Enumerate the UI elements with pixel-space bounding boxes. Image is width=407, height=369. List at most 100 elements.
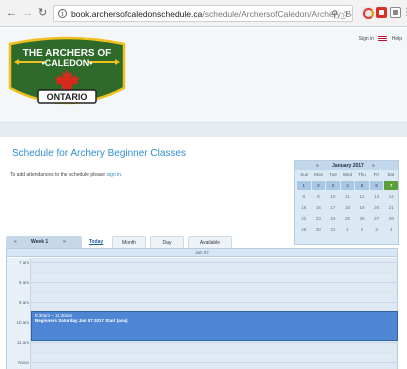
mini-calendar-grid: 1 2 3 4 5 6 7 8 9 10 11 12 13 14 15 16 17 18 19 20 21 22 23 24 2…: [297, 181, 398, 234]
hour-line: [31, 302, 397, 303]
mini-calendar-day[interactable]: 12: [355, 192, 369, 201]
weekday-header: Wed: [342, 172, 353, 177]
hour-line: [31, 262, 397, 263]
mini-calendar-day[interactable]: 4: [384, 225, 398, 234]
mini-calendar-day[interactable]: 5: [355, 181, 369, 190]
extension-icon[interactable]: [362, 7, 374, 19]
weekday-header: Fri: [373, 172, 379, 177]
calendar-event[interactable]: 9:30am – 11:30am Beginners Saturday Jan …: [31, 311, 398, 341]
mini-calendar-day[interactable]: 3: [326, 181, 340, 190]
mini-calendar-day[interactable]: 29: [297, 225, 311, 234]
mini-calendar-day[interactable]: 1: [297, 181, 311, 190]
prev-month-button[interactable]: «: [316, 163, 319, 169]
mini-calendar-day[interactable]: 9: [312, 192, 326, 201]
mini-calendar-day[interactable]: 31: [326, 225, 340, 234]
mini-calendar-day[interactable]: 14: [384, 192, 398, 201]
weekday-header: Sat: [387, 172, 395, 177]
time-slot-label: Noon: [18, 360, 29, 365]
logo-line2: •CALEDON•: [42, 58, 93, 68]
attendance-end: .: [120, 172, 123, 178]
mini-calendar-day[interactable]: 3: [370, 225, 384, 234]
mini-calendar-day[interactable]: 27: [370, 214, 384, 223]
zoom-icon[interactable]: ⚲: [331, 9, 338, 19]
mini-calendar-day[interactable]: 2: [311, 181, 326, 190]
browser-menu-icon[interactable]: ⋮: [402, 8, 407, 18]
week-label: Week 1: [31, 239, 49, 245]
tab-day[interactable]: Day: [150, 236, 184, 248]
tab-month[interactable]: Month: [112, 236, 146, 248]
half-hour-line: [31, 292, 397, 293]
calendar-body[interactable]: 9:30am – 11:30am Beginners Saturday Jan …: [7, 258, 398, 369]
reload-icon[interactable]: ↻: [38, 8, 47, 19]
logo-line3: ONTARIO: [47, 92, 88, 102]
site-header: THE ARCHERS OF •CALEDON• ONTARIO Sign in…: [0, 28, 407, 122]
today-button[interactable]: Today: [84, 236, 108, 248]
attendance-notice: To add attendances to the schedule pleas…: [10, 172, 122, 178]
back-arrow-icon[interactable]: ←: [6, 8, 17, 19]
time-slot-label: 11 am: [16, 340, 29, 345]
browser-toolbar: ← → ↻ i book.archersofcaledonschedule.ca…: [0, 0, 407, 27]
account-links: Sign in Help: [356, 36, 402, 42]
mini-calendar-day[interactable]: 13: [370, 192, 384, 201]
tab-available[interactable]: Available: [188, 236, 232, 248]
mini-calendar-day[interactable]: 17: [326, 203, 340, 212]
bookmark-star-icon[interactable]: ☆: [341, 9, 349, 19]
weekday-header: Mon: [314, 172, 324, 177]
url-text: book.archersofcaledonschedule.ca/schedul…: [71, 9, 353, 19]
info-icon[interactable]: i: [58, 9, 67, 18]
calendar-toolbar: « Week 1 » Today Month Day Available: [6, 236, 244, 248]
mini-calendar-day[interactable]: 16: [312, 203, 326, 212]
archers-of-caledon-logo[interactable]: THE ARCHERS OF •CALEDON• ONTARIO: [6, 36, 128, 114]
weekday-header: Thu: [358, 172, 366, 177]
sign-in-link[interactable]: Sign in: [359, 36, 374, 42]
weekday-header: Tue: [329, 172, 337, 177]
mini-calendar-day[interactable]: 21: [384, 203, 398, 212]
mini-calendar-day[interactable]: 26: [355, 214, 369, 223]
mini-calendar-title: January 2017: [332, 163, 364, 169]
event-title: Beginners Saturday Jan 07 2017 Start (an…: [35, 318, 128, 323]
mini-calendar-day[interactable]: 15: [297, 203, 311, 212]
mini-calendar-day[interactable]: 20: [370, 203, 384, 212]
mini-calendar-day[interactable]: 2: [355, 225, 369, 234]
hour-line: [31, 342, 397, 343]
weekday-headers: Sun Mon Tue Wed Thu Fri Sat: [297, 172, 398, 177]
forward-arrow-icon[interactable]: →: [22, 8, 33, 19]
half-hour-line: [31, 352, 397, 353]
mini-calendar-day[interactable]: 4: [340, 181, 355, 190]
mini-calendar-day[interactable]: 11: [341, 192, 355, 201]
mini-calendar-day[interactable]: 8: [297, 192, 311, 201]
prev-week-button[interactable]: «: [14, 239, 17, 245]
sign-in-link[interactable]: sign in: [106, 172, 120, 178]
next-week-button[interactable]: »: [63, 239, 66, 245]
mini-calendar-day[interactable]: 24: [326, 214, 340, 223]
mini-calendar-day[interactable]: 1: [341, 225, 355, 234]
mini-calendar: « January 2017 » Sun Mon Tue Wed Thu Fri Sat 1…: [294, 160, 399, 245]
next-month-button[interactable]: »: [372, 163, 375, 169]
week-navigator: « Week 1 »: [6, 236, 82, 248]
mini-calendar-day[interactable]: 25: [341, 214, 355, 223]
mini-calendar-day-selected[interactable]: 7: [384, 181, 398, 190]
time-slot-label: 10 am: [16, 320, 29, 325]
url-host: book.archersofcaledonschedule.ca: [71, 9, 203, 19]
calendar-day-header: Jan 07: [7, 249, 397, 257]
url-path: /schedule/ArchersofCaledon/Archery_Be: [202, 9, 353, 19]
weekday-header: Sun: [300, 172, 309, 177]
mini-calendar-day[interactable]: 23: [312, 214, 326, 223]
time-gutter: [7, 258, 31, 369]
mini-calendar-day[interactable]: 18: [341, 203, 355, 212]
mini-calendar-day[interactable]: 6: [369, 181, 384, 190]
mini-calendar-day[interactable]: 10: [326, 192, 340, 201]
mini-calendar-day[interactable]: 30: [312, 225, 326, 234]
extension-icon[interactable]: [376, 7, 387, 18]
address-bar[interactable]: i book.archersofcaledonschedule.ca/sched…: [53, 5, 353, 22]
mini-calendar-day[interactable]: 28: [384, 214, 398, 223]
language-flag-icon[interactable]: [378, 36, 388, 42]
time-slot-label: 8 am: [18, 280, 29, 285]
half-hour-line: [31, 272, 397, 273]
header-band: [0, 122, 407, 137]
mini-calendar-day[interactable]: 22: [297, 214, 311, 223]
help-link[interactable]: Help: [392, 36, 402, 42]
mini-calendar-header: « January 2017 »: [295, 161, 398, 170]
extension-icon[interactable]: [390, 7, 401, 18]
mini-calendar-day[interactable]: 19: [355, 203, 369, 212]
